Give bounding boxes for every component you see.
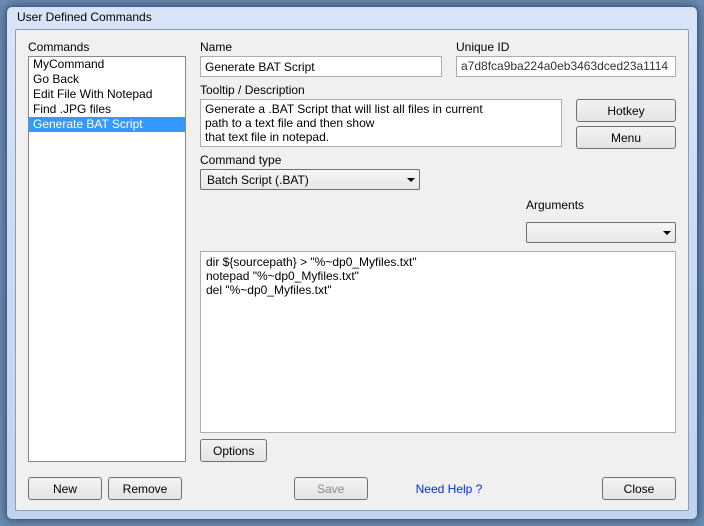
chevron-down-icon	[407, 178, 415, 182]
arguments-label: Arguments	[526, 198, 676, 212]
commands-panel: Commands MyCommandGo BackEdit File With …	[28, 40, 186, 462]
name-input[interactable]	[200, 56, 442, 77]
name-field-group: Name	[200, 40, 442, 77]
name-label: Name	[200, 40, 442, 54]
tooltip-field-group: Tooltip / Description Command type Batch…	[200, 83, 562, 190]
hotkey-button[interactable]: Hotkey	[576, 99, 676, 122]
uid-field-group: Unique ID a7d8fca9ba224a0eb3463dced23a11…	[456, 40, 676, 77]
menu-button[interactable]: Menu	[576, 126, 676, 149]
tooltip-label: Tooltip / Description	[200, 83, 562, 97]
remove-button[interactable]: Remove	[108, 477, 182, 500]
save-button[interactable]: Save	[294, 477, 368, 500]
dialog-window: User Defined Commands Commands MyCommand…	[6, 6, 698, 520]
chevron-down-icon	[663, 231, 671, 235]
list-item[interactable]: Edit File With Notepad	[29, 87, 185, 102]
cmdtype-label: Command type	[200, 153, 562, 167]
bottom-bar: New Remove Save Need Help ? Close	[28, 477, 676, 500]
options-row: Options	[200, 439, 676, 462]
commands-label: Commands	[28, 40, 186, 54]
script-textarea[interactable]: dir ${sourcepath} > "%~dp0_Myfiles.txt" …	[200, 251, 676, 433]
cmdtype-combo[interactable]: Batch Script (.BAT)	[200, 169, 420, 190]
tooltip-textarea[interactable]	[200, 99, 562, 147]
arguments-combo[interactable]	[526, 222, 676, 243]
options-button[interactable]: Options	[200, 439, 267, 462]
close-button[interactable]: Close	[602, 477, 676, 500]
arguments-group: Arguments	[200, 198, 676, 243]
cmdtype-value: Batch Script (.BAT)	[207, 173, 309, 187]
window-titlebar: User Defined Commands	[7, 7, 697, 29]
commands-listbox[interactable]: MyCommandGo BackEdit File With NotepadFi…	[28, 56, 186, 462]
list-item[interactable]: Go Back	[29, 72, 185, 87]
list-item[interactable]: MyCommand	[29, 57, 185, 72]
uid-value: a7d8fca9ba224a0eb3463dced23a1114	[456, 56, 676, 77]
desc-side-row: Tooltip / Description Command type Batch…	[200, 83, 676, 190]
name-uid-row: Name Unique ID a7d8fca9ba224a0eb3463dced…	[200, 40, 676, 77]
details-panel: Name Unique ID a7d8fca9ba224a0eb3463dced…	[200, 40, 676, 462]
new-button[interactable]: New	[28, 477, 102, 500]
list-item[interactable]: Generate BAT Script	[29, 117, 185, 132]
help-link[interactable]: Need Help ?	[408, 482, 491, 496]
list-item[interactable]: Find .JPG files	[29, 102, 185, 117]
uid-label: Unique ID	[456, 40, 676, 54]
side-buttons: Hotkey Menu	[576, 99, 676, 190]
client-area: Commands MyCommandGo BackEdit File With …	[15, 29, 689, 511]
window-title: User Defined Commands	[17, 10, 152, 24]
